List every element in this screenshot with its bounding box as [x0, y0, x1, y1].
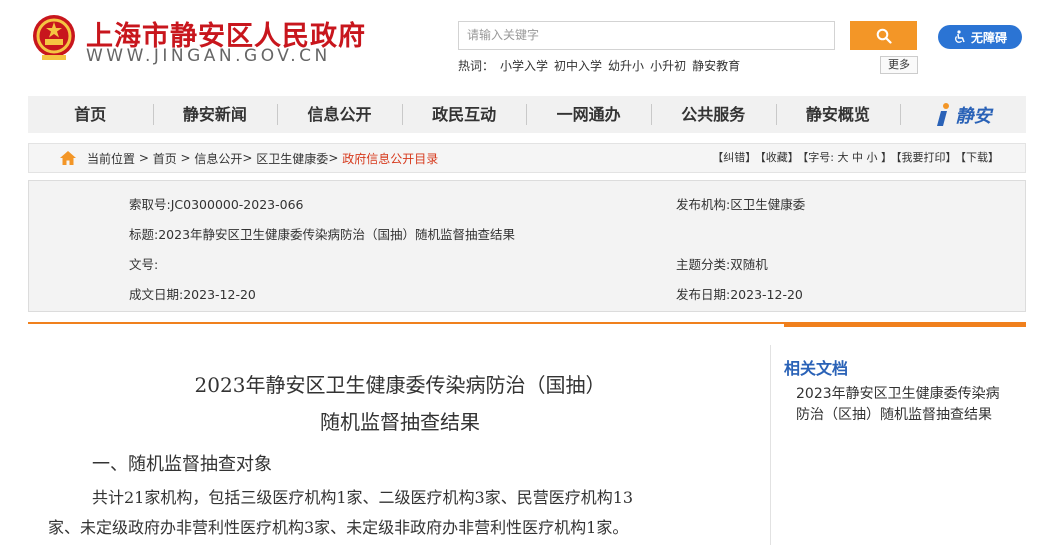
jingan-logo-text: 静安 — [955, 105, 992, 127]
breadcrumb-separator: > — [135, 151, 153, 165]
breadcrumb-separator: > — [176, 151, 195, 165]
related-doc-link[interactable]: 防治（区抽）随机监督抽查结果 — [796, 404, 992, 424]
error-report-link[interactable]: 【纠错】 — [712, 151, 756, 164]
article-title-line2: 随机监督抽查结果 — [320, 410, 480, 434]
article-title-line1: 2023年静安区卫生健康委传染病防治（国抽） — [194, 373, 606, 397]
download-link[interactable]: 【下载】 — [961, 151, 1000, 164]
search-button[interactable] — [850, 21, 917, 50]
paragraph-line: 共计21家机构，包括三级医疗机构1家、二级医疗机构3家、民营医疗机构13 — [92, 488, 634, 507]
hot-word-link[interactable]: 小学入学 — [500, 59, 548, 73]
hot-words-label: 热词： — [458, 59, 495, 73]
related-divider — [770, 345, 771, 545]
hot-word-link[interactable]: 幼升小 — [608, 59, 644, 73]
section-heading: 一、随机监督抽查对象 — [92, 454, 272, 475]
search-input[interactable]: 请输入关键字 — [458, 21, 835, 50]
related-doc-link[interactable]: 2023年静安区卫生健康委传染病 — [796, 383, 1000, 403]
breadcrumb-item-health[interactable]: 区卫生健康委 — [256, 150, 328, 167]
hot-word-link[interactable]: 静安教育 — [692, 59, 740, 73]
jingan-logo-icon — [937, 102, 950, 126]
main-nav: 首页 静安新闻 信息公开 政民互动 一网通办 公共服务 静安概览 静安 — [28, 96, 1026, 133]
breadcrumb-separator: > — [328, 151, 343, 165]
print-link[interactable]: 【我要打印】 — [896, 151, 957, 164]
index-number: 索取号:JC0300000-2023-066 — [129, 197, 304, 212]
breadcrumb-prefix: 当前位置 — [87, 151, 136, 166]
jingan-logo[interactable]: 静安 — [900, 96, 1025, 133]
published-date: 发布日期:2023-12-20 — [676, 287, 803, 302]
search-icon — [876, 28, 892, 44]
related-docs-heading: 相关文档 — [784, 359, 849, 378]
accessibility-button[interactable]: 无障碍 — [938, 25, 1022, 49]
favorite-link[interactable]: 【收藏】 — [760, 151, 799, 164]
document-metadata: 索取号:JC0300000-2023-066 发布机构:区卫生健康委 标题:20… — [28, 180, 1026, 312]
home-icon[interactable] — [59, 150, 77, 166]
breadcrumb-current[interactable]: 政府信息公开目录 — [342, 150, 438, 167]
hot-words: 热词： 小学入学 初中入学 幼升小 小升初 静安教育 — [458, 57, 746, 74]
hot-word-link[interactable]: 初中入学 — [554, 59, 602, 73]
topic-category: 主题分类:双随机 — [676, 257, 768, 272]
nav-item-news[interactable]: 静安新闻 — [152, 96, 278, 133]
national-emblem-icon — [30, 12, 78, 62]
nav-item-overview[interactable]: 静安概览 — [775, 96, 901, 133]
font-size-control[interactable]: 【字号: 大 中 小 】 — [803, 151, 892, 164]
breadcrumb-item-home[interactable]: 首页 — [153, 150, 177, 167]
doc-number: 文号: — [129, 257, 159, 272]
nav-item-home[interactable]: 首页 — [28, 96, 153, 133]
more-button[interactable]: 更多 — [880, 56, 918, 74]
breadcrumb-separator: > — [242, 151, 257, 165]
wheelchair-icon — [955, 30, 965, 43]
site-url: WWW.JINGAN.GOV.CN — [86, 46, 331, 66]
publisher: 发布机构:区卫生健康委 — [676, 197, 806, 212]
breadcrumb: 当前位置 > 首页 > 信息公开 > 区卫生健康委 > 政府信息公开目录 【纠错… — [28, 143, 1026, 173]
nav-item-interaction[interactable]: 政民互动 — [401, 96, 527, 133]
page-tools: 【纠错】 【收藏】 【字号: 大 中 小 】【我要打印】 【下载】 — [708, 144, 999, 172]
content-divider — [28, 322, 1026, 327]
accessibility-label: 无障碍 — [970, 30, 1007, 45]
nav-item-info-disclosure[interactable]: 信息公开 — [277, 96, 402, 133]
paragraph-line: 家、未定级政府办非营利性医疗机构3家、未定级非政府办非营利性医疗机构1家。 — [48, 518, 629, 537]
created-date: 成文日期:2023-12-20 — [129, 287, 256, 302]
breadcrumb-item-info[interactable]: 信息公开 — [194, 150, 242, 167]
nav-item-one-stop-service[interactable]: 一网通办 — [526, 96, 651, 133]
nav-item-public-service[interactable]: 公共服务 — [650, 96, 776, 133]
hot-word-link[interactable]: 小升初 — [650, 59, 686, 73]
doc-title: 标题:2023年静安区卫生健康委传染病防治（国抽）随机监督抽查结果 — [129, 227, 516, 242]
